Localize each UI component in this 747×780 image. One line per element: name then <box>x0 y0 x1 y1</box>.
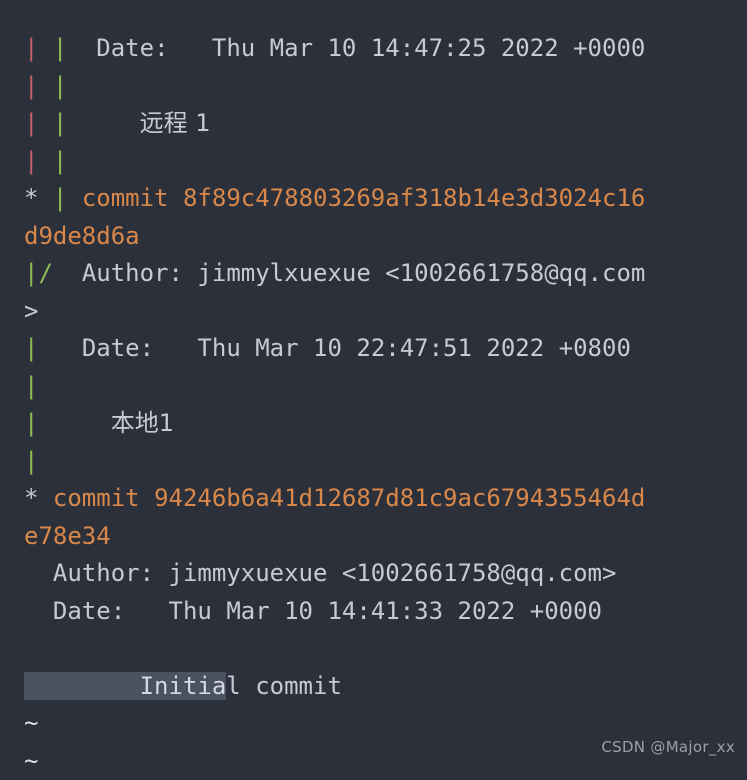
log-line-graph-blank-1: | | <box>0 68 747 106</box>
commit-hash-part-1: 94246b6a41d12687d81c9ac6794355464d <box>154 484 646 512</box>
commit-hash-part-2: d9de8d6a <box>24 221 140 250</box>
commit-hash-part-1: 8f89c478803269af318b14e3d3024c16 <box>182 184 646 212</box>
commit-keyword: commit <box>81 184 169 212</box>
csdn-watermark: CSDN @Major_xx <box>601 737 735 756</box>
commit-message-rest: l commit <box>226 671 342 700</box>
author-label: Author: <box>52 559 155 587</box>
graph-branch-green: | <box>52 109 68 137</box>
terminal-screen: | | Date: Thu Mar 10 14:47:25 2022 +0000… <box>0 0 747 780</box>
graph-branch-green: | <box>52 71 68 100</box>
commit-hash-part-2: e78e34 <box>24 521 111 550</box>
log-line-date-2: Date: Thu Mar 10 14:41:33 2022 +0000 <box>0 593 747 631</box>
graph-merge-bar: | <box>24 259 39 287</box>
log-line-message-2: Initial commit <box>0 668 747 706</box>
graph-branch-green: | <box>52 184 68 212</box>
date-label: Date: <box>81 334 155 362</box>
author-value: jimmylxuexue <1002661758@qq.com <box>197 259 646 287</box>
graph-branch-green: | <box>24 371 39 400</box>
log-line-graph-blank-4: | <box>0 443 747 481</box>
graph-commit-marker: * <box>24 484 39 512</box>
graph-branch-green: | <box>24 334 39 362</box>
graph-branch-green: | <box>24 446 39 475</box>
commit-keyword: commit <box>52 484 140 512</box>
commit-message: 本地1 <box>110 409 174 437</box>
author-value-wrap: > <box>24 296 39 325</box>
date-value: Thu Mar 10 22:47:51 2022 +0800 <box>197 334 631 362</box>
author-label: Author: <box>81 259 183 287</box>
log-line-message-remote: | | 远程 1 <box>0 105 747 143</box>
log-line-commit-1: * | commit 8f89c478803269af318b14e3d3024… <box>0 180 747 218</box>
log-line-commit-2-hash-wrap: e78e34 <box>0 518 747 556</box>
graph-branch-red: | <box>24 71 39 100</box>
log-line-message-1: | 本地1 <box>0 405 747 443</box>
date-label: Date: <box>52 596 126 625</box>
graph-branch-red: | <box>24 146 39 175</box>
log-line-commit-2: * commit 94246b6a41d12687d81c9ac67943554… <box>0 480 747 518</box>
log-line-author-2: Author: jimmyxuexue <1002661758@qq.com> <box>0 555 747 593</box>
log-line-graph-blank-3: | <box>0 368 747 406</box>
log-line-date-remote: | | Date: Thu Mar 10 14:47:25 2022 +0000 <box>0 30 747 68</box>
log-line-commit-1-hash-wrap: d9de8d6a <box>0 218 747 256</box>
graph-branch-red: | <box>24 109 39 137</box>
graph-branch-green: | <box>24 409 39 437</box>
graph-branch-green: | <box>52 34 68 62</box>
log-line-author-1: |/ Author: jimmylxuexue <1002661758@qq.c… <box>0 255 747 293</box>
graph-branch-red: | <box>24 34 39 62</box>
log-line-blank-1 <box>0 630 747 668</box>
graph-branch-green: | <box>52 146 68 175</box>
date-value: Thu Mar 10 14:47:25 2022 +0000 <box>211 34 646 62</box>
selection-highlight[interactable]: Initia <box>24 671 227 700</box>
log-line-author-1-wrap: > <box>0 293 747 331</box>
graph-merge-slash: / <box>38 259 53 287</box>
terminal-window[interactable]: | | Date: Thu Mar 10 14:47:25 2022 +0000… <box>0 0 747 780</box>
graph-commit-marker: * <box>24 184 39 212</box>
author-value: jimmyxuexue <1002661758@qq.com> <box>168 559 617 587</box>
tilde-marker: ~ <box>24 746 39 775</box>
date-label: Date: <box>96 34 169 62</box>
tilde-marker: ~ <box>24 709 39 737</box>
commit-message: 远程 1 <box>139 109 211 137</box>
date-value: Thu Mar 10 14:41:33 2022 +0000 <box>168 596 602 625</box>
log-line-graph-blank-2: | | <box>0 143 747 181</box>
log-line-date-1: | Date: Thu Mar 10 22:47:51 2022 +0800 <box>0 330 747 368</box>
